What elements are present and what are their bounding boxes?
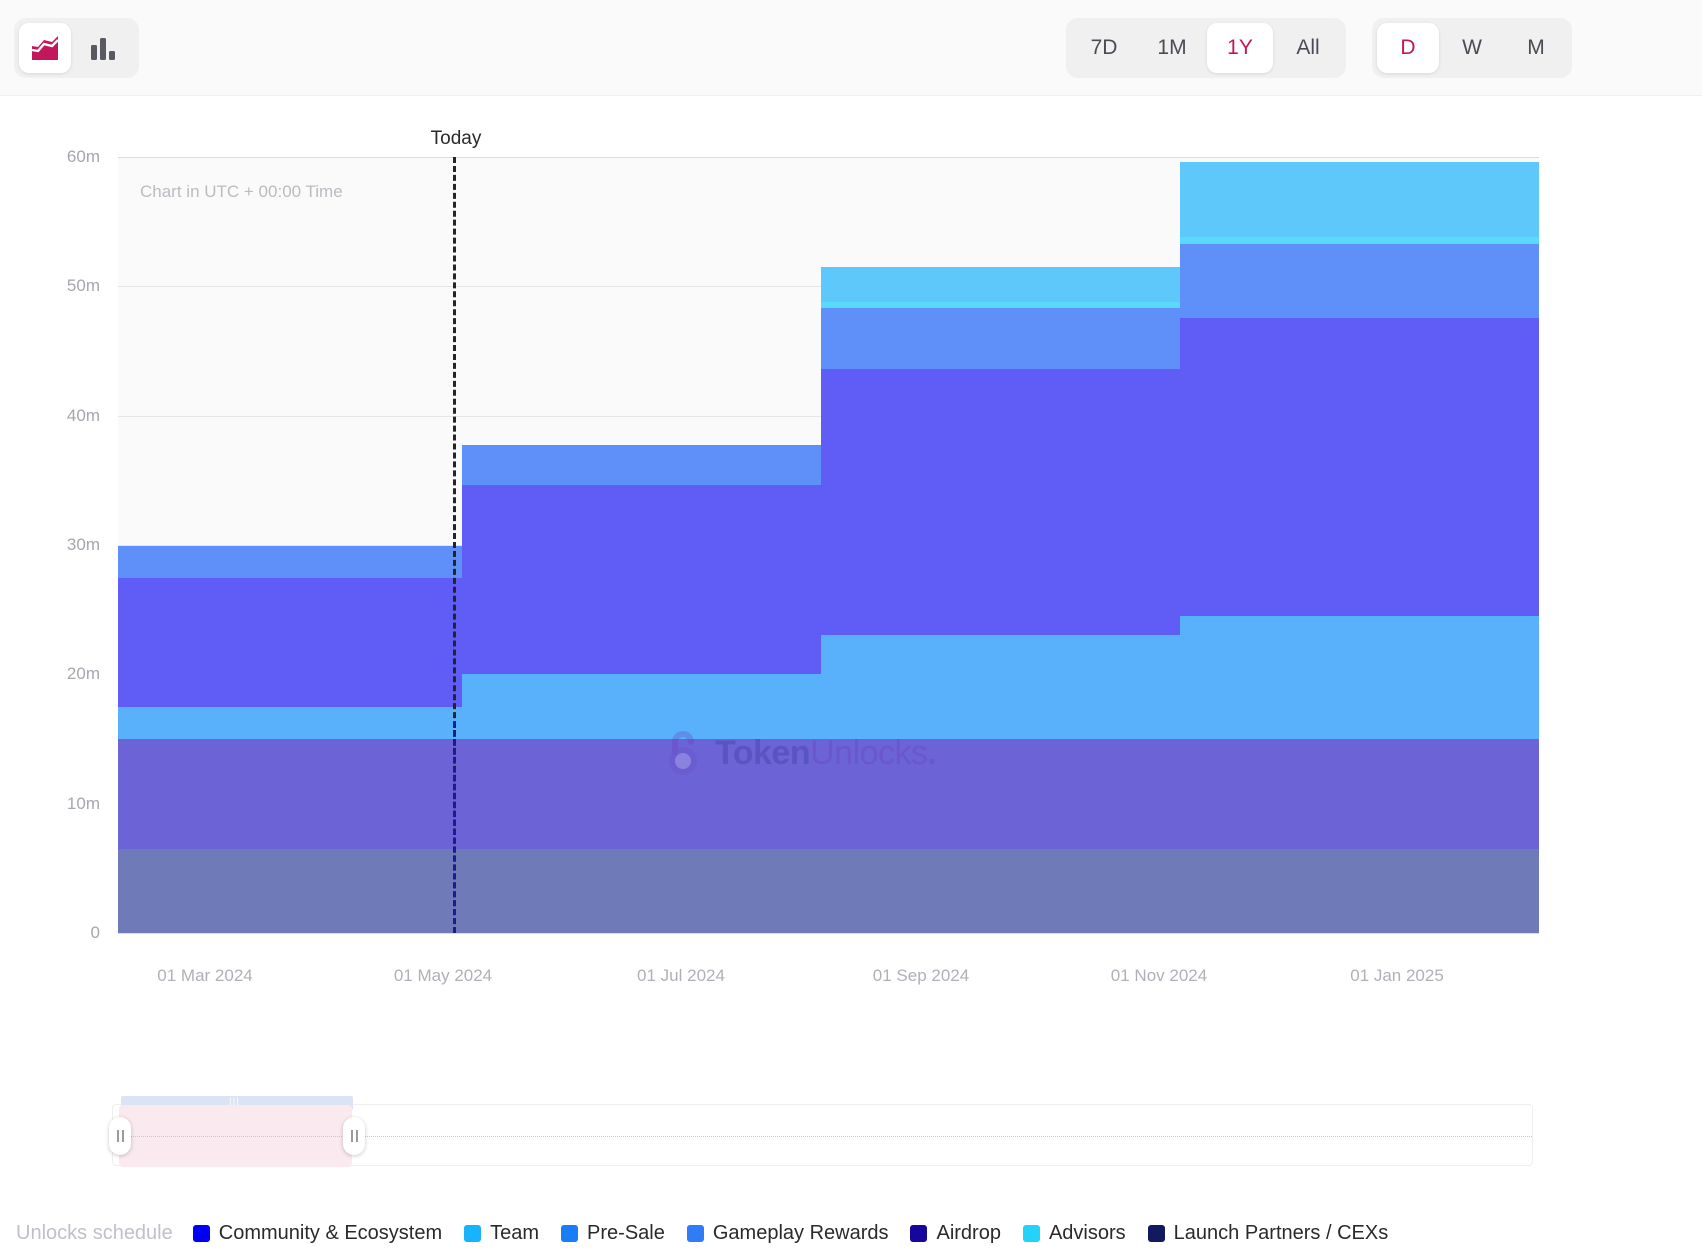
legend-swatch-icon: [1148, 1225, 1165, 1242]
range-button-1m[interactable]: 1M: [1139, 23, 1205, 73]
token-unlocks-chart-page: 7D 1M 1Y All D W M 60m 50m 40m 30m 20m 1…: [0, 0, 1702, 1257]
legend-item-advisors[interactable]: Advisors: [1023, 1222, 1126, 1245]
range-slider-handle-left[interactable]: [109, 1117, 131, 1155]
y-axis-tick-60m: 60m: [30, 147, 100, 167]
y-axis-tick-30m: 30m: [30, 535, 100, 555]
y-axis-tick-40m: 40m: [30, 406, 100, 426]
y-axis-tick-0: 0: [30, 923, 100, 943]
series-band-gameplay-seg4: [1180, 243, 1539, 318]
bar-chart-icon: [88, 34, 118, 62]
range-slider[interactable]: |||: [112, 1104, 1533, 1166]
series-band-advisors-seg3: [821, 302, 1180, 308]
interval-button-d[interactable]: D: [1377, 23, 1439, 73]
interval-group: D W M: [1372, 18, 1572, 78]
range-slider-handle-right[interactable]: [343, 1117, 365, 1155]
today-marker-line-overlay: [453, 722, 456, 933]
series-band-team-seg4: [1180, 616, 1539, 739]
series-band-community-seg4: [1180, 318, 1539, 580]
series-band-airdrop: [118, 797, 1539, 849]
legend-label: Pre-Sale: [587, 1222, 665, 1245]
time-range-group: 7D 1M 1Y All: [1066, 18, 1346, 78]
x-axis-tick-sep: 01 Sep 2024: [873, 966, 969, 986]
grip-lines-icon: [117, 1130, 124, 1142]
today-label: Today: [431, 128, 482, 150]
x-axis-tick-jan: 01 Jan 2025: [1350, 966, 1444, 986]
legend-swatch-icon: [687, 1225, 704, 1242]
interval-button-m[interactable]: M: [1505, 23, 1567, 73]
legend-label: Team: [490, 1222, 539, 1245]
series-band-team-seg2: [462, 674, 821, 739]
bar-chart-type-button[interactable]: [77, 23, 129, 73]
range-button-1y[interactable]: 1Y: [1207, 23, 1273, 73]
series-band-team-seg1: [118, 707, 462, 739]
gridline-60m: [118, 157, 1539, 158]
legend-title: Unlocks schedule: [16, 1222, 173, 1245]
x-axis-tick-jul: 01 Jul 2024: [637, 966, 725, 986]
y-axis-tick-10m: 10m: [30, 794, 100, 814]
series-band-gameplay-seg2: [462, 445, 821, 485]
legend-item-pre-sale[interactable]: Pre-Sale: [561, 1222, 665, 1245]
series-band-advisors-top-seg3: [821, 267, 1180, 302]
interval-button-w[interactable]: W: [1441, 23, 1503, 73]
series-band-launch-partners: [118, 849, 1539, 933]
legend-label: Airdrop: [936, 1222, 1000, 1245]
legend-swatch-icon: [464, 1225, 481, 1242]
legend-swatch-icon: [910, 1225, 927, 1242]
y-axis-tick-50m: 50m: [30, 276, 100, 296]
chart-legend: Unlocks schedule Community & Ecosystem T…: [16, 1218, 1410, 1248]
series-band-presale-seg1: [118, 671, 462, 707]
series-band-presale-seg2: [462, 638, 821, 674]
series-band-presale-seg4: [1180, 580, 1539, 616]
chart-type-toggle-group: [14, 18, 139, 78]
series-band-community-seg1: [118, 578, 462, 671]
utc-note: Chart in UTC + 00:00 Time: [140, 182, 343, 202]
series-band-gameplay-seg3: [821, 307, 1180, 369]
series-band-presale-seg3: [821, 599, 1180, 635]
chart-toolbar: 7D 1M 1Y All D W M: [0, 0, 1702, 96]
legend-swatch-icon: [1023, 1225, 1040, 1242]
legend-item-airdrop[interactable]: Airdrop: [910, 1222, 1000, 1245]
legend-label: Advisors: [1049, 1222, 1126, 1245]
grip-lines-icon: [351, 1130, 358, 1142]
series-band-advisors-lower: [118, 739, 1539, 797]
series-band-community-seg3: [821, 369, 1180, 599]
series-band-advisors-top-seg4: [1180, 162, 1539, 237]
range-button-all[interactable]: All: [1275, 23, 1341, 73]
plot-area[interactable]: Chart in UTC + 00:00 Time TokenUnlocks.: [118, 157, 1539, 933]
legend-swatch-icon: [193, 1225, 210, 1242]
series-band-community-seg2: [462, 485, 821, 638]
x-axis-tick-may: 01 May 2024: [394, 966, 492, 986]
area-chart-type-button[interactable]: [19, 23, 71, 73]
legend-label: Launch Partners / CEXs: [1174, 1222, 1389, 1245]
legend-swatch-icon: [561, 1225, 578, 1242]
legend-item-launch-partners-cexs[interactable]: Launch Partners / CEXs: [1148, 1222, 1389, 1245]
y-axis-tick-20m: 20m: [30, 664, 100, 684]
range-button-7d[interactable]: 7D: [1071, 23, 1137, 73]
series-band-gameplay-seg1: [118, 546, 462, 578]
legend-item-gameplay-rewards[interactable]: Gameplay Rewards: [687, 1222, 889, 1245]
legend-item-community-ecosystem[interactable]: Community & Ecosystem: [193, 1222, 442, 1245]
x-axis-tick-nov: 01 Nov 2024: [1111, 966, 1207, 986]
gridline-0: [118, 933, 1539, 934]
area-chart-icon: [30, 34, 60, 62]
legend-item-team[interactable]: Team: [464, 1222, 539, 1245]
series-band-advisors-seg4: [1180, 237, 1539, 244]
legend-label: Gameplay Rewards: [713, 1222, 889, 1245]
range-slider-track: [113, 1136, 1532, 1137]
series-band-team-seg3: [821, 635, 1180, 739]
legend-label: Community & Ecosystem: [219, 1222, 442, 1245]
x-axis-tick-mar: 01 Mar 2024: [157, 966, 252, 986]
chart-container: 60m 50m 40m 30m 20m 10m 0 01 Mar 2024 01…: [0, 96, 1702, 1257]
